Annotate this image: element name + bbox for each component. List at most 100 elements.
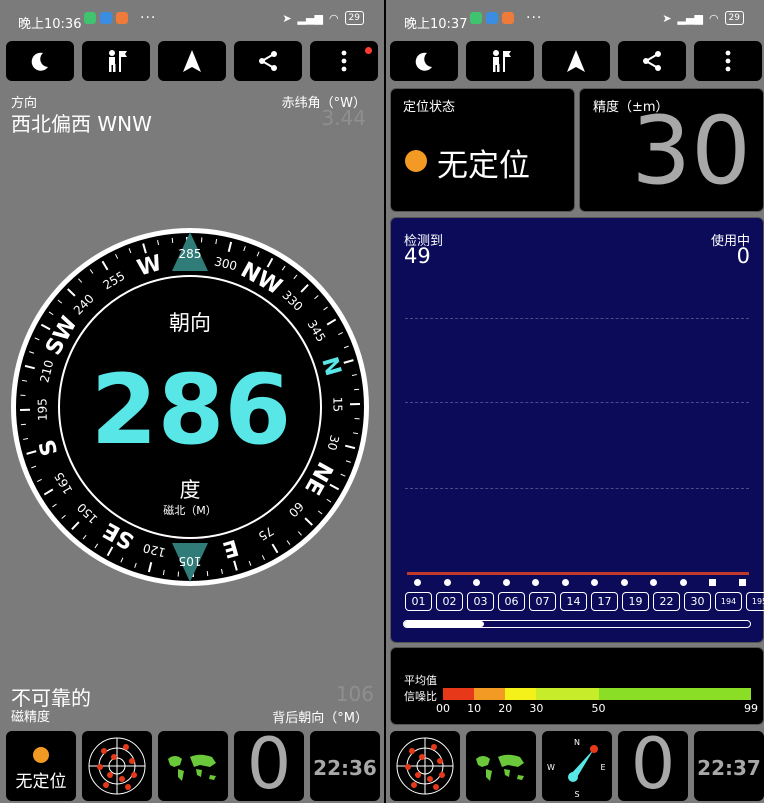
satellite-marker (582, 579, 607, 586)
location-arrow-icon: ➤ (662, 11, 672, 25)
app-notification-icon (84, 12, 96, 24)
moon-icon (31, 52, 48, 71)
satellites-in-use-button[interactable]: 0 (234, 731, 304, 801)
status-indicators: ➤ ▂▄▆ ◠ 29 (282, 11, 364, 25)
satellite-id[interactable]: 03 (467, 592, 494, 611)
app-notification-icon (100, 12, 112, 24)
snr-label: 信噪比 (404, 690, 437, 703)
night-mode-button[interactable] (6, 41, 74, 81)
satellite-signal-panel: 检测到 49 使用中 0 01020306071417192230194195 (390, 217, 764, 643)
accuracy-value: 106 (335, 682, 374, 706)
bezel-top-label: 285 (179, 247, 202, 261)
satellite-marker-icon (532, 579, 539, 586)
mini-compass-button[interactable]: N S W E (542, 731, 612, 801)
world-map-button[interactable] (466, 731, 536, 801)
status-more: ··· (140, 10, 157, 26)
satellite-marker (700, 579, 725, 586)
satellite-id[interactable]: 30 (684, 592, 711, 611)
hiker-flag-icon (493, 50, 511, 72)
location-status-button[interactable]: 无定位 (6, 731, 76, 801)
scroll-track[interactable] (403, 620, 751, 628)
snr-color-scale (443, 688, 751, 700)
satellite-marker (730, 579, 755, 586)
status-app-icons (84, 12, 128, 24)
compass-tick (171, 237, 174, 243)
status-more: ··· (526, 10, 543, 26)
satellite-marker (641, 579, 666, 586)
satellite-id[interactable]: 19 (622, 592, 649, 611)
snr-scale-segment (536, 688, 599, 700)
satellite-id[interactable]: 01 (405, 592, 432, 611)
compass-dial[interactable]: 285 105 NNEESESSWW NW30033034515306075120… (10, 227, 370, 587)
world-map-button[interactable] (158, 731, 228, 801)
snr-scale-label: 00 (436, 702, 450, 715)
clock-button[interactable]: 22:36 (310, 731, 380, 801)
tools-button[interactable] (466, 41, 534, 81)
north-reference-label: 磁北（M） (163, 504, 217, 517)
signal-baseline (407, 572, 749, 575)
more-menu-button[interactable] (694, 41, 762, 81)
snr-scale-segment (443, 688, 475, 700)
detected-value: 49 (404, 244, 431, 268)
clock-button[interactable]: 22:37 (694, 731, 764, 801)
mini-compass-e: E (600, 763, 605, 772)
scroll-thumb[interactable] (404, 621, 484, 627)
compass-tick (206, 571, 209, 577)
satellites-in-use-button[interactable]: 0 (618, 731, 688, 801)
night-mode-button[interactable] (390, 41, 458, 81)
signal-icon: ▂▄▆ (677, 11, 703, 25)
sky-view-button[interactable] (390, 731, 460, 801)
mini-compass-s: S (574, 790, 579, 799)
satellite-id[interactable]: 194 (715, 592, 742, 611)
radar-icon (396, 737, 454, 795)
precision-card: 精度（±m） 30 (579, 88, 764, 212)
tools-button[interactable] (82, 41, 150, 81)
satellite-id[interactable]: 17 (591, 592, 618, 611)
declination-value: 3.44 (321, 106, 366, 130)
snr-card: 平均值 信噪比 00 10 20 30 50 99 (390, 647, 764, 725)
wifi-icon: ◠ (328, 11, 339, 25)
degree-tick-label: 195 (35, 398, 49, 421)
satellite-id[interactable]: 07 (529, 592, 556, 611)
satellite-marker-icon (738, 579, 746, 586)
satellite-marker (671, 579, 696, 586)
status-value: 无定位 (15, 772, 67, 792)
more-vertical-icon (341, 50, 347, 72)
battery-icon: 29 (724, 11, 744, 25)
grid-line (405, 488, 749, 489)
heading-label: 朝向 (169, 311, 211, 335)
app-notification-icon (486, 12, 498, 24)
share-icon (259, 51, 277, 71)
snr-scale-label: 10 (467, 702, 482, 715)
satellite-id-row: 01020306071417192230194195 (405, 592, 764, 611)
satellite-id[interactable]: 22 (653, 592, 680, 611)
satellite-marker-icon (679, 579, 687, 586)
signal-icon: ▂▄▆ (297, 11, 323, 25)
satellite-id[interactable]: 195 (746, 592, 764, 611)
clock-value: 22:36 (313, 756, 377, 780)
fix-status-value: 无定位 (437, 148, 530, 184)
navigate-button[interactable] (158, 41, 226, 81)
satellite-id[interactable]: 06 (498, 592, 525, 611)
bottom-big-value: 0 (246, 731, 292, 801)
fix-status-card: 定位状态 无定位 (390, 88, 575, 212)
more-menu-button[interactable] (310, 41, 378, 81)
radar-icon (88, 737, 146, 795)
hiker-flag-icon (109, 50, 127, 72)
share-button[interactable] (618, 41, 686, 81)
location-arrow-icon: ➤ (282, 11, 292, 25)
satellite-marker (464, 579, 489, 586)
direction-value: 西北偏西 WNW (11, 112, 152, 136)
satellite-id[interactable]: 14 (560, 592, 587, 611)
snr-scale-segment (505, 688, 537, 700)
mini-compass-w: W (547, 763, 555, 772)
navigate-button[interactable] (542, 41, 610, 81)
satellite-id[interactable]: 02 (436, 592, 463, 611)
navigation-arrow-icon (183, 50, 201, 72)
satellite-marker (612, 579, 637, 586)
degree-label: 度 (180, 478, 201, 502)
mini-compass-icon: N S W E (547, 738, 605, 799)
sky-view-button[interactable] (82, 731, 152, 801)
share-button[interactable] (234, 41, 302, 81)
world-map-icon (168, 754, 216, 781)
